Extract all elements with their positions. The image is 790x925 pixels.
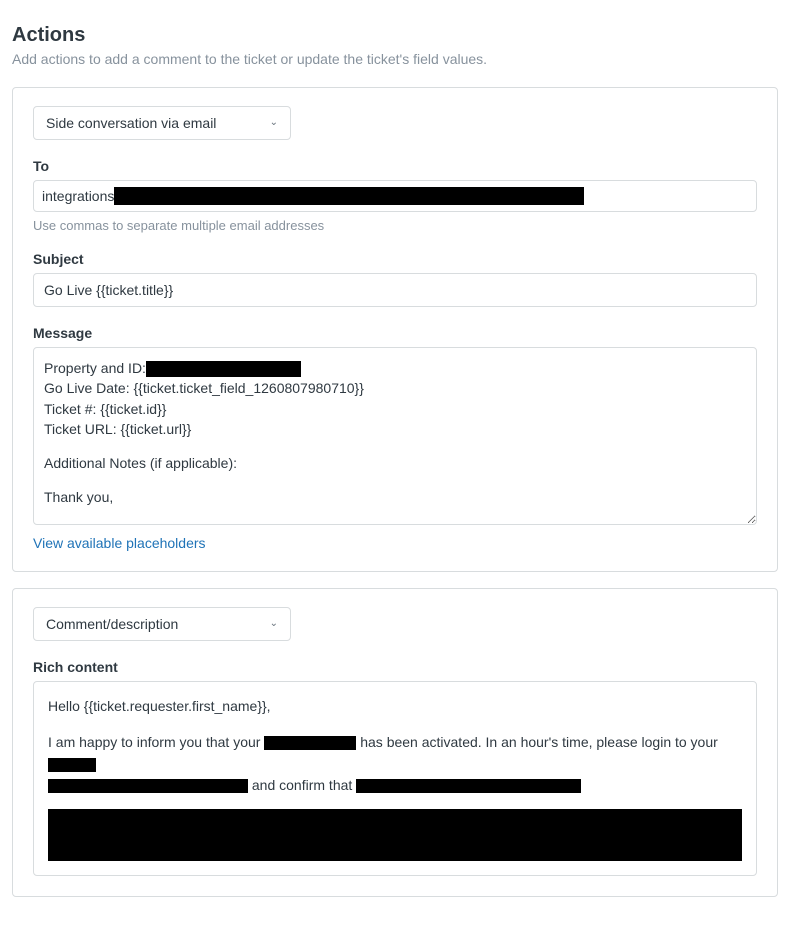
chevron-down-icon: ⌄ (270, 619, 278, 629)
subject-input[interactable] (33, 273, 757, 307)
to-value-visible: integrations (42, 188, 114, 204)
redacted-text (356, 779, 581, 793)
redacted-text (114, 187, 584, 205)
rich-content-editor[interactable]: Hello {{ticket.requester.first_name}}, I… (33, 681, 757, 876)
action-type-label: Side conversation via email (46, 115, 216, 131)
to-label: To (33, 158, 757, 174)
msg-line-5: Additional Notes (if applicable): (44, 453, 738, 473)
message-label: Message (33, 325, 757, 341)
redacted-text (48, 779, 248, 793)
rich-content-label: Rich content (33, 659, 757, 675)
page-title: Actions (12, 24, 778, 47)
msg-line-3: Ticket #: {{ticket.id}} (44, 399, 738, 419)
to-input[interactable]: integrations (33, 180, 757, 212)
rich-p2a: and confirm that (248, 777, 356, 793)
chevron-down-icon: ⌄ (270, 118, 278, 128)
msg-line-1a: Property and ID: (44, 360, 146, 376)
action-type-select[interactable]: Side conversation via email ⌄ (33, 106, 291, 140)
msg-line-6: Thank you, (44, 487, 738, 507)
subject-label: Subject (33, 251, 757, 267)
action-type-select-2[interactable]: Comment/description ⌄ (33, 607, 291, 641)
message-textarea[interactable]: Property and ID: Go Live Date: {{ticket.… (34, 348, 756, 524)
action-card-email: Side conversation via email ⌄ To integra… (12, 87, 778, 572)
action-card-comment: Comment/description ⌄ Rich content Hello… (12, 588, 778, 897)
redacted-text (48, 758, 96, 772)
rich-p1b: has been activated. In an hour's time, p… (356, 734, 717, 750)
redacted-text (264, 736, 356, 750)
action-type-label-2: Comment/description (46, 616, 178, 632)
redacted-block (48, 809, 742, 861)
page-subtitle: Add actions to add a comment to the tick… (12, 51, 778, 67)
rich-p1a: I am happy to inform you that your (48, 734, 264, 750)
redacted-text (146, 361, 301, 377)
view-placeholders-link[interactable]: View available placeholders (33, 535, 206, 551)
msg-line-2: Go Live Date: {{ticket.ticket_field_1260… (44, 378, 738, 398)
msg-line-4: Ticket URL: {{ticket.url}} (44, 419, 738, 439)
to-helper-text: Use commas to separate multiple email ad… (33, 218, 757, 233)
rich-greeting: Hello {{ticket.requester.first_name}}, (48, 696, 742, 718)
